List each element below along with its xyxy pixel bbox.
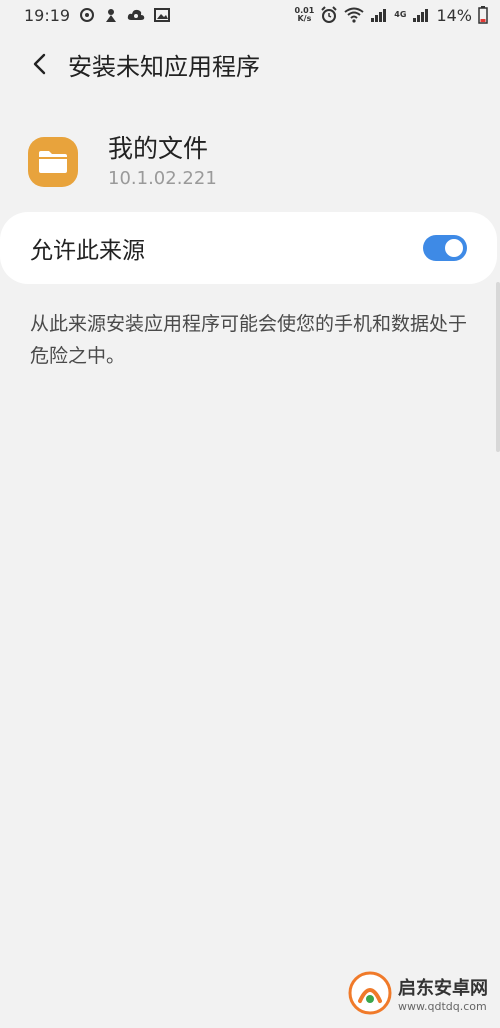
page-title: 安装未知应用程序	[68, 52, 260, 81]
signal-icon	[370, 7, 388, 23]
watermark-url: www.qdtdq.com	[398, 999, 487, 1013]
battery-icon	[478, 6, 488, 24]
cloud-icon	[127, 8, 145, 22]
header: 安装未知应用程序	[0, 34, 500, 94]
warning-text: 从此来源安装应用程序可能会使您的手机和数据处于危险之中。	[30, 313, 468, 367]
scroll-indicator	[496, 282, 500, 452]
allow-source-switch[interactable]	[423, 235, 467, 261]
net-speed-unit: K/s	[297, 14, 312, 23]
back-button[interactable]	[20, 44, 60, 84]
net-speed: 0.01 K/s	[295, 7, 315, 23]
screen: 19:19 0.01 K/s 4G 14% 安装未知应用程序 我的文件 10.1…	[0, 0, 500, 1028]
app-texts: 我的文件 10.1.02.221	[108, 133, 217, 191]
app-version: 10.1.02.221	[108, 168, 217, 189]
watermark-texts: 启东安卓网 www.qdtdq.com	[398, 974, 488, 1013]
network-type: 4G	[394, 11, 406, 19]
alert-icon	[104, 7, 118, 23]
chevron-left-icon	[33, 53, 46, 75]
status-bar: 19:19 0.01 K/s 4G 14%	[0, 0, 500, 30]
wifi-icon	[344, 7, 364, 23]
allow-source-row[interactable]: 允许此来源	[0, 212, 497, 284]
network-type-label: 4G	[394, 10, 407, 19]
watermark: 启东安卓网 www.qdtdq.com	[348, 958, 488, 1028]
signal-icon-2	[412, 7, 430, 23]
status-bar-right: 0.01 K/s 4G 14%	[295, 6, 500, 25]
image-icon	[154, 8, 171, 22]
switch-knob	[443, 237, 465, 259]
battery-percent: 14%	[436, 5, 472, 25]
app-info: 我的文件 10.1.02.221	[28, 132, 217, 192]
status-bar-left: 19:19	[0, 5, 171, 25]
alarm-icon	[320, 6, 338, 24]
status-time: 19:19	[24, 5, 71, 25]
folder-icon	[39, 151, 67, 173]
watermark-logo-icon	[348, 971, 392, 1015]
watermark-name: 启东安卓网	[398, 977, 488, 999]
app-name: 我的文件	[108, 134, 209, 163]
sync-icon	[79, 7, 95, 23]
app-icon	[28, 137, 78, 187]
allow-source-label: 允许此来源	[30, 238, 145, 264]
